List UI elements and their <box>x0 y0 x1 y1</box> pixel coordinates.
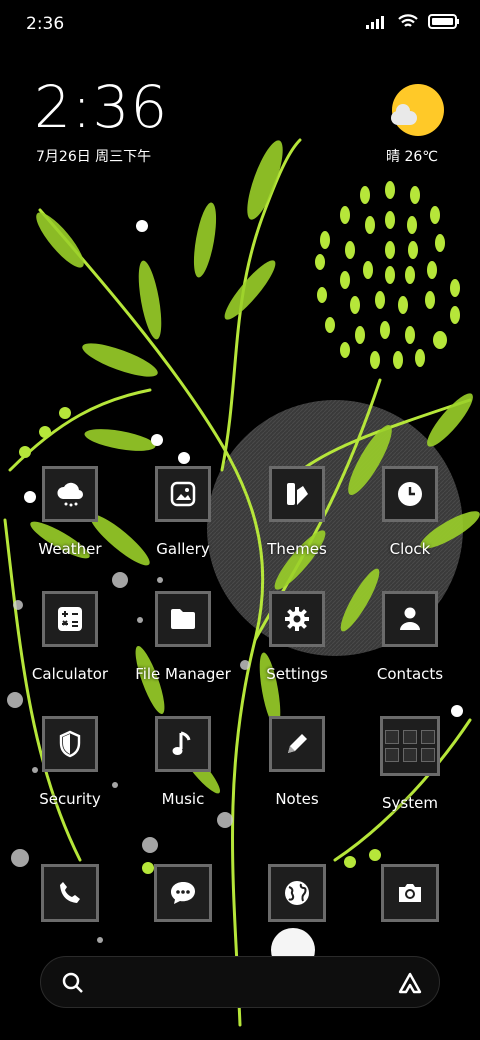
browser-globe-icon[interactable] <box>268 864 326 922</box>
music-note-icon[interactable] <box>155 716 211 772</box>
app-calculator[interactable]: Calculator <box>10 591 130 683</box>
signal-icon <box>366 15 384 29</box>
app-clock[interactable]: Clock <box>350 466 470 558</box>
search-bar[interactable] <box>40 956 440 1008</box>
mini-app-icon <box>403 730 417 744</box>
app-label: Contacts <box>376 665 444 683</box>
gallery-icon[interactable] <box>155 466 211 522</box>
dock-browser[interactable] <box>237 864 357 922</box>
app-security[interactable]: Security <box>10 716 130 808</box>
clock-widget-time[interactable]: 2:36 <box>34 78 168 136</box>
search-icon[interactable] <box>61 971 85 995</box>
battery-icon <box>428 14 459 29</box>
app-themes[interactable]: Themes <box>237 466 357 558</box>
folder-icon[interactable] <box>155 591 211 647</box>
wifi-icon <box>398 14 418 27</box>
app-label: Settings <box>266 665 328 683</box>
clock-icon[interactable] <box>382 466 438 522</box>
app-file-manager[interactable]: File Manager <box>123 591 243 683</box>
app-label: File Manager <box>135 665 231 683</box>
pencil-icon[interactable] <box>269 716 325 772</box>
app-weather[interactable]: Weather <box>10 466 130 558</box>
app-music[interactable]: Music <box>123 716 243 808</box>
folder-system[interactable]: System <box>350 716 470 812</box>
app-gallery[interactable]: Gallery <box>123 466 243 558</box>
themes-icon[interactable] <box>269 466 325 522</box>
app-settings[interactable]: Settings <box>237 591 357 683</box>
mini-app-icon <box>421 730 435 744</box>
dock-camera[interactable] <box>350 864 470 922</box>
phone-icon[interactable] <box>41 864 99 922</box>
app-label: Notes <box>275 790 319 808</box>
message-icon[interactable] <box>154 864 212 922</box>
app-label: Clock <box>389 540 431 558</box>
app-contacts[interactable]: Contacts <box>350 591 470 683</box>
status-time: 2:36 <box>26 14 65 34</box>
weather-icon[interactable] <box>42 466 98 522</box>
mini-app-icon <box>385 730 399 744</box>
weather-cloud-shape <box>391 104 417 125</box>
assistant-icon[interactable] <box>397 971 423 995</box>
dock-messages[interactable] <box>123 864 243 922</box>
app-notes[interactable]: Notes <box>237 716 357 808</box>
app-label: Calculator <box>31 665 109 683</box>
app-label: Weather <box>38 540 102 558</box>
app-label: Security <box>39 790 101 808</box>
app-label: Music <box>161 790 205 808</box>
shield-icon[interactable] <box>42 716 98 772</box>
clock-widget-date: 7月26日 周三下午 <box>36 149 152 165</box>
app-label: System <box>382 794 438 812</box>
dock-phone[interactable] <box>10 864 130 922</box>
app-label: Themes <box>267 540 327 558</box>
mini-app-icon <box>403 748 417 762</box>
gear-icon[interactable] <box>269 591 325 647</box>
mini-app-icon <box>385 748 399 762</box>
folder-grid-icon[interactable] <box>380 716 440 776</box>
weather-widget-text[interactable]: 晴 26℃ <box>386 146 438 166</box>
mini-app-icon <box>421 748 435 762</box>
calculator-icon[interactable] <box>42 591 98 647</box>
status-bar: 2:36 <box>0 0 480 48</box>
app-label: Gallery <box>156 540 210 558</box>
person-icon[interactable] <box>382 591 438 647</box>
camera-icon[interactable] <box>381 864 439 922</box>
